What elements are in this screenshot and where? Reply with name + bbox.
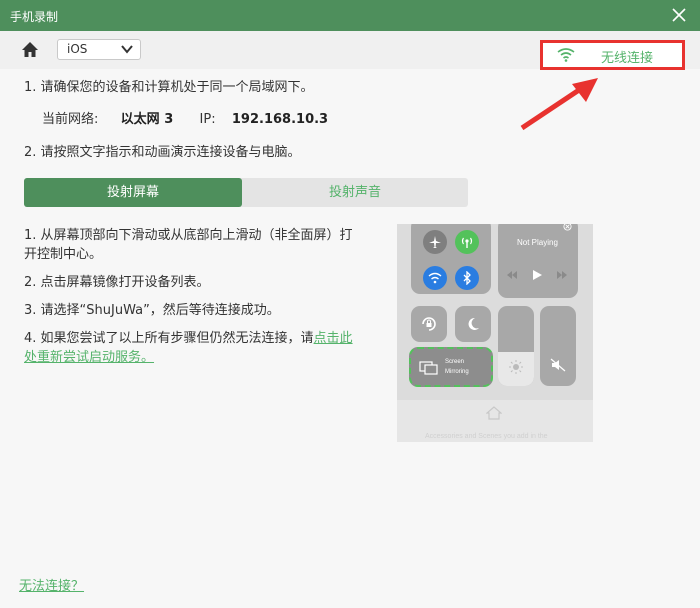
now-playing-tile bbox=[498, 224, 578, 298]
home-icon bbox=[486, 406, 502, 420]
wireless-connect-label: 无线连接 bbox=[601, 51, 654, 66]
cant-connect-link[interactable]: 无法连接？ bbox=[19, 575, 84, 594]
step-2: 2. 请按照文字指示和动画演示连接设备与电脑。 bbox=[24, 145, 301, 160]
network-label: 当前网络: bbox=[42, 112, 99, 127]
instruction-4-text: 4. 如果您尝试了以上所有步骤但仍然无法连接，请 bbox=[24, 331, 314, 346]
instruction-2: 2. 点击屏幕镜像打开设备列表。 bbox=[24, 275, 210, 290]
step-1: 1. 请确保您的设备和计算机处于同一个局域网下。 bbox=[24, 80, 314, 95]
window-title: 手机录制 bbox=[10, 10, 59, 24]
tab-audio-cast[interactable]: 投射声音 bbox=[242, 178, 468, 207]
os-select[interactable]: iOS bbox=[57, 39, 141, 60]
screen-mirroring-label-2: Mirroring bbox=[445, 369, 469, 375]
instruction-1: 1. 从屏幕顶部向下滑动或从底部向上滑动（非全面屏）打开控制中心。 bbox=[24, 228, 353, 262]
instruction-3: 3. 请选择“ShuJuWa”，然后等待连接成功。 bbox=[24, 303, 280, 318]
wifi-icon bbox=[423, 266, 447, 290]
ip-value: 192.168.10.3 bbox=[231, 112, 329, 127]
tab-bar: 投射屏幕 投射声音 bbox=[24, 178, 468, 207]
home-icon[interactable] bbox=[20, 40, 40, 60]
moon-icon bbox=[468, 317, 479, 330]
close-icon[interactable] bbox=[670, 6, 688, 24]
annotation-arrow bbox=[520, 78, 598, 131]
brightness-slider bbox=[498, 306, 534, 386]
network-name: 以太网 3 bbox=[120, 112, 174, 127]
screen-mirroring-tile: Screen Mirroring bbox=[409, 347, 493, 387]
mute-icon bbox=[550, 358, 566, 372]
screen-mirroring-label-1: Screen bbox=[445, 359, 465, 365]
screen-mirroring-icon bbox=[419, 361, 438, 375]
volume-slider bbox=[540, 306, 576, 386]
accessories-hint: Accessories and Scenes you add in the bbox=[425, 433, 548, 440]
title-bar: 手机录制 bbox=[0, 0, 700, 31]
do-not-disturb-tile bbox=[455, 306, 491, 342]
tab-screen-cast[interactable]: 投射屏幕 bbox=[24, 178, 242, 207]
now-playing-label: Not Playing bbox=[517, 238, 558, 247]
airplay-icon bbox=[563, 224, 572, 231]
ip-label: IP: bbox=[199, 112, 216, 127]
fast-forward-icon bbox=[557, 271, 567, 279]
connectivity-tile bbox=[411, 224, 491, 294]
rotation-lock-icon bbox=[422, 317, 436, 331]
home-accessories-area: Accessories and Scenes you add in the bbox=[397, 400, 593, 442]
network-info: 当前网络: 以太网 3 IP: 192.168.10.3 bbox=[42, 108, 328, 127]
control-center-preview: Not Playing Screen Mirroring Accessories… bbox=[397, 224, 593, 442]
rotation-lock-tile bbox=[411, 306, 447, 342]
wifi-icon bbox=[557, 48, 575, 62]
os-select-value: iOS bbox=[67, 42, 88, 56]
sun-icon bbox=[509, 360, 523, 374]
instruction-4: 4. 如果您尝试了以上所有步骤但仍然无法连接，请点击此处重新尝试启动服务。 bbox=[24, 329, 364, 367]
chevron-down-icon bbox=[121, 45, 133, 54]
play-icon bbox=[533, 270, 542, 280]
airplane-icon bbox=[423, 230, 447, 254]
wireless-connect-button[interactable]: 无线连接 bbox=[540, 40, 685, 70]
rewind-icon bbox=[507, 271, 517, 279]
bluetooth-icon bbox=[455, 266, 479, 290]
cellular-icon bbox=[455, 230, 479, 254]
